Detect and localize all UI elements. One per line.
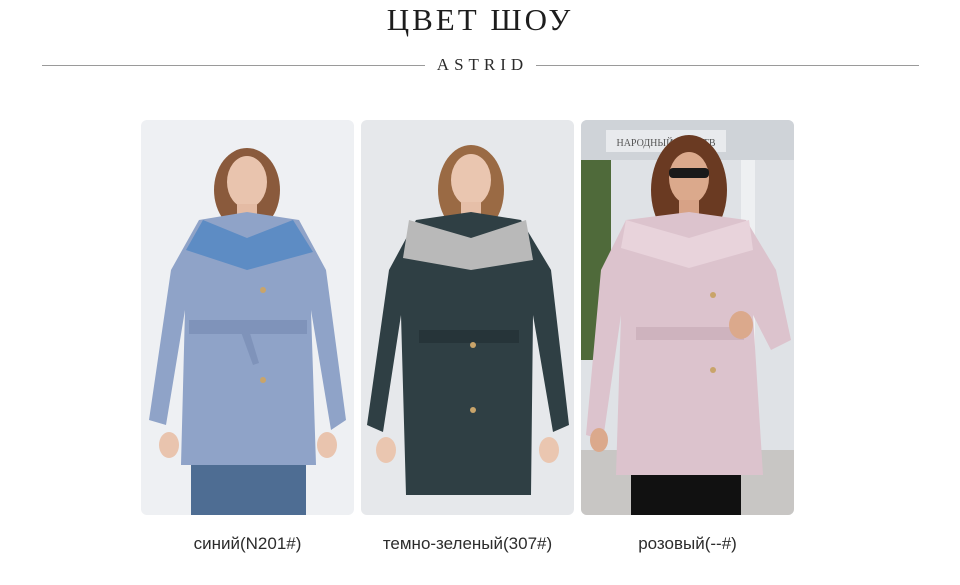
product-card-pink[interactable]: НАРОДНЫЙ ЧУВСТВ [581,120,794,515]
brand-divider: ASTRID [42,53,919,77]
divider-line-left [42,64,425,66]
product-photo-blue [141,120,354,515]
page-title: ЦВЕТ ШОУ [386,2,574,37]
brand-name: ASTRID [436,55,529,74]
product-label-dark-green: темно-зеленый(307#) [382,534,553,553]
product-photo-pink: НАРОДНЫЙ ЧУВСТВ [581,120,794,515]
divider-line-right [536,64,919,66]
product-label-pink: розовый(--#) [638,534,737,553]
product-card-dark-green[interactable] [361,120,574,515]
product-card-blue[interactable] [141,120,354,515]
product-label-blue: синий(N201#) [193,534,302,553]
product-photo-dark-green [361,120,574,515]
